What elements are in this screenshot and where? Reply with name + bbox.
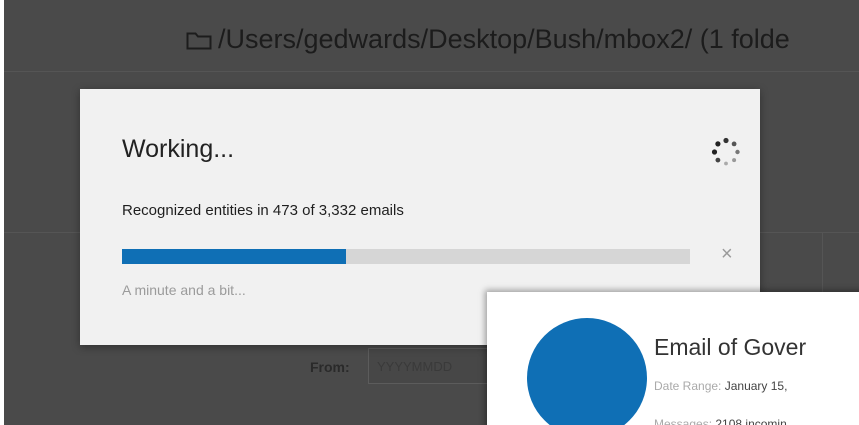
- date-range-value: January 15,: [724, 379, 788, 393]
- progress-bar-fill: [122, 249, 347, 264]
- eta-text: A minute and a bit...: [122, 282, 246, 298]
- progress-bar: [122, 249, 690, 264]
- obscured-background-text: [345, 134, 675, 148]
- spinner-icon: [711, 137, 740, 166]
- from-date-label: From:: [310, 359, 350, 375]
- messages-value: 2108 incomin: [715, 417, 787, 425]
- folder-path-bar: /Users/gedwards/Desktop/Bush/mbox2/ (1 f…: [4, 0, 859, 72]
- date-range: Date Range: January 15,: [654, 379, 787, 393]
- progress-status: Recognized entities in 473 of 3,332 emai…: [122, 202, 404, 219]
- app-stage: /Users/gedwards/Desktop/Bush/mbox2/ (1 f…: [0, 0, 859, 425]
- folder-icon: [186, 32, 212, 50]
- message-count: Messages: 2108 incomin: [654, 417, 787, 425]
- modal-title: Working...: [122, 135, 235, 163]
- collection-title: Email of Gover: [654, 334, 807, 360]
- date-range-label: Date Range:: [654, 379, 722, 393]
- collection-card[interactable]: Email of Gover Date Range: January 15, M…: [487, 292, 859, 425]
- folder-path: /Users/gedwards/Desktop/Bush/mbox2/ (1 f…: [218, 24, 790, 54]
- messages-label: Messages:: [654, 417, 713, 425]
- collection-avatar: [527, 318, 647, 425]
- close-icon[interactable]: ×: [721, 244, 733, 264]
